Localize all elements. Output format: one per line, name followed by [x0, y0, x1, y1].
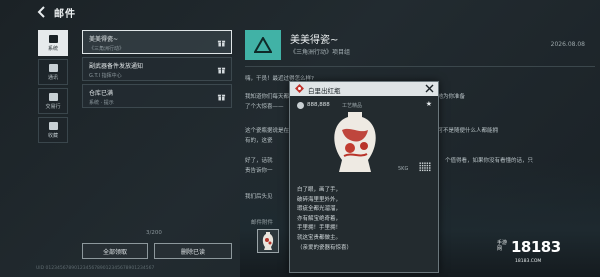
- watermark-url: 18183.COM: [515, 259, 542, 264]
- attachment-label: 邮件附件: [251, 220, 274, 226]
- mail-list: 美美得瓷~ 《三角洲行动》 副武器备件发放通知 G.T.I 指挥中心 仓库已满 …: [82, 30, 232, 111]
- mail-category-nav: 系统 通讯 交易行 收藏: [38, 30, 70, 146]
- mail-sender: 《三角洲行动》: [89, 46, 125, 52]
- item-description-line: 手里拥！手里拥！: [297, 225, 342, 232]
- item-detail-popup: 白里出红瓶 888,888 工艺精品 ★ 5KG 白了眼，画了手， 破碎海里里外…: [289, 81, 439, 273]
- mail-body-line: 好了，话就: [245, 158, 273, 164]
- page-title: 邮件: [54, 9, 76, 20]
- item-tag: 工艺精品: [342, 103, 363, 109]
- claim-all-button[interactable]: 全部领取: [82, 243, 148, 259]
- item-description-line: （亲爱的瓷器有惊喜）: [297, 244, 353, 251]
- mail-body-line: 了个大惊喜——: [245, 104, 284, 110]
- mail-title: 美美得瓷~: [89, 36, 119, 43]
- favorite-icon: [48, 121, 58, 130]
- popup-header: 白里出红瓶: [290, 82, 438, 96]
- watermark-side-text: 手游网: [497, 240, 508, 252]
- back-arrow-icon[interactable]: [36, 6, 48, 18]
- nav-tab-communication[interactable]: 通讯: [38, 59, 68, 85]
- nav-tab-label: 收藏: [47, 132, 58, 139]
- site-watermark: 手游网 18183 18183.COM: [497, 234, 587, 268]
- item-description-line: 破碎海里里外外，: [297, 196, 342, 203]
- item-description-line: 瑕疵全都光溜溜，: [297, 206, 342, 213]
- item-size-grid-icon: [419, 162, 431, 172]
- item-description-line: 白了眼，画了手，: [297, 187, 342, 193]
- mail-sender: 系统 · 提示: [89, 100, 114, 106]
- gift-icon: [217, 40, 226, 47]
- delete-read-button[interactable]: 删除已读: [154, 243, 232, 259]
- mail-title: 副武器备件发放通知: [89, 63, 144, 70]
- notice-icon: [48, 63, 58, 72]
- mail-detail-date: 2026.08.08: [550, 41, 585, 48]
- watermark-logo-text: 18183: [511, 238, 561, 256]
- mail-body-line: 有的，这瓷: [245, 138, 273, 144]
- gift-icon: [217, 94, 226, 101]
- item-description: 白了眼，画了手， 破碎海里里外外， 瑕疵全都光溜溜， 亦有解宝绝奇着， 手里拥！…: [297, 186, 352, 253]
- item-name: 白里出红瓶: [308, 87, 341, 95]
- vase-icon: [262, 232, 274, 250]
- mail-item[interactable]: 美美得瓷~ 《三角洲行动》: [82, 30, 232, 54]
- item-description-line: 就这宝贵都做主。: [297, 234, 342, 241]
- mail-title: 仓库已满: [89, 90, 114, 97]
- mail-detail-title: 美美得瓷~: [290, 35, 339, 46]
- vase-image: [334, 112, 376, 172]
- nav-tab-trade[interactable]: 交易行: [38, 88, 68, 114]
- mail-detail-sender: 《三角洲行动》项目组: [290, 49, 351, 56]
- mail-item[interactable]: 副武器备件发放通知 G.T.I 指挥中心: [82, 57, 232, 81]
- nav-tab-system[interactable]: 系统: [38, 30, 68, 56]
- nav-tab-favorites[interactable]: 收藏: [38, 117, 68, 143]
- mail-body-line: 责告诉你一: [245, 168, 273, 174]
- attachment-item[interactable]: [257, 229, 279, 253]
- game-logo-icon: [245, 30, 281, 60]
- gift-icon: [217, 67, 226, 74]
- system-icon: [48, 34, 58, 43]
- nav-tab-label: 系统: [47, 45, 58, 52]
- uid-footer: UID 012345678901234567890123456789012345…: [36, 266, 155, 271]
- currency-icon: [297, 102, 304, 109]
- item-weight: 5KG: [398, 166, 409, 172]
- mail-item[interactable]: 仓库已满 系统 · 提示: [82, 84, 232, 108]
- trade-icon: [48, 92, 58, 101]
- mail-body-line-tail: 个值得看，如果你没有看懂的话，只: [445, 158, 534, 164]
- item-price: 888,888: [307, 102, 330, 108]
- mail-count: 3/200: [146, 230, 162, 236]
- item-description-line: 亦有解宝绝奇着，: [297, 215, 342, 222]
- nav-tab-label: 通讯: [47, 74, 58, 81]
- mail-body-line: 我们后头见: [245, 194, 273, 200]
- mail-sender: G.T.I 指挥中心: [89, 73, 122, 79]
- nav-tab-label: 交易行: [45, 103, 61, 110]
- divider: [245, 66, 595, 67]
- top-bar: 邮件: [0, 0, 600, 24]
- star-icon[interactable]: ★: [426, 100, 432, 108]
- item-rarity-icon: [295, 84, 304, 93]
- close-icon[interactable]: [424, 83, 435, 94]
